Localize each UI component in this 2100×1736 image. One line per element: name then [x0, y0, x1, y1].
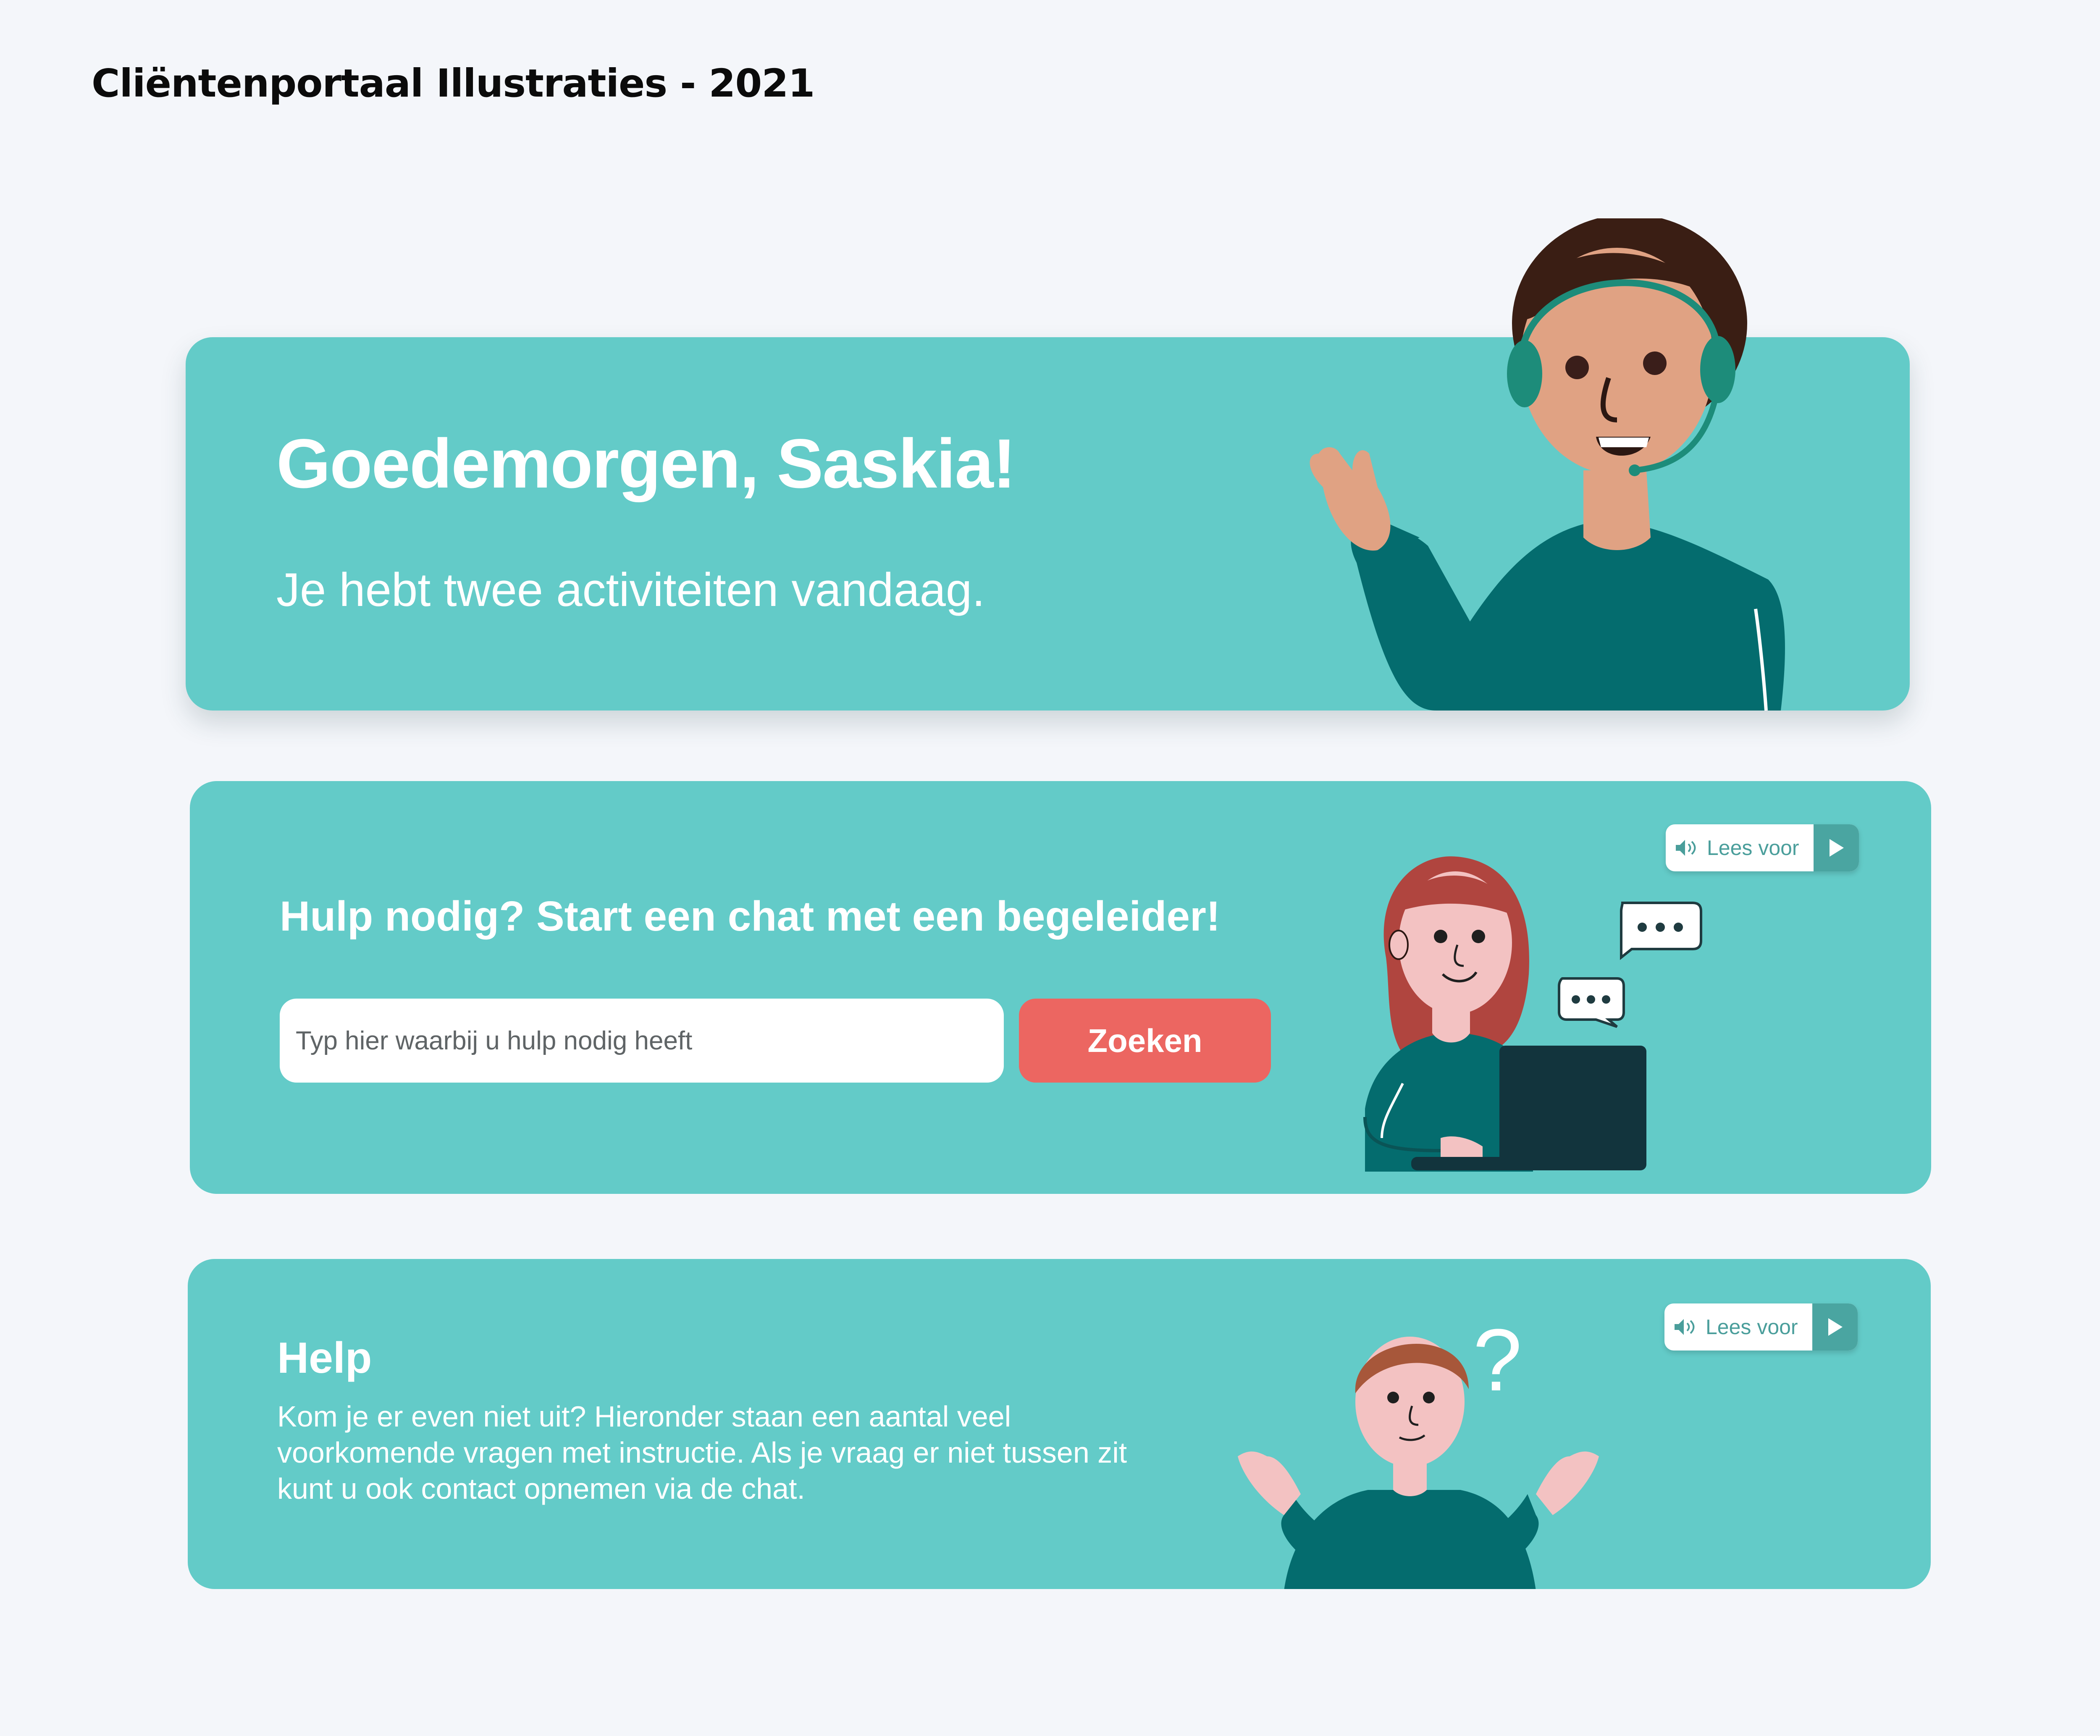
help-search-input[interactable]: [280, 999, 1004, 1083]
read-aloud-button-help[interactable]: Lees voor: [1664, 1303, 1858, 1351]
play-icon: [1812, 1303, 1858, 1351]
search-button[interactable]: Zoeken: [1019, 999, 1271, 1083]
support-agent-illustration: [1310, 218, 1785, 711]
confused-person-illustration: [1238, 1337, 1599, 1589]
chat-woman-illustration: [1363, 856, 1702, 1172]
chat-heading: Hulp nodig? Start een chat met een begel…: [280, 893, 1221, 940]
read-aloud-label: Lees voor: [1706, 1315, 1798, 1339]
speaker-icon: [1664, 1303, 1698, 1351]
question-mark: ?: [1473, 1311, 1522, 1409]
help-heading: Help: [277, 1334, 372, 1382]
page-title: Cliëntenportaal Illustraties - 2021: [92, 61, 815, 106]
help-body-text: Kom je er even niet uit? Hieronder staan…: [277, 1400, 1127, 1505]
chat-bubble-icon: [1558, 977, 1625, 1028]
play-icon: [1814, 824, 1859, 871]
read-aloud-label: Lees voor: [1707, 836, 1799, 860]
chat-bubble-icon: [1620, 902, 1702, 960]
greeting-subtext: Je hebt twee activiteiten vandaag.: [276, 564, 985, 616]
greeting-heading: Goedemorgen, Saskia!: [276, 425, 1016, 503]
